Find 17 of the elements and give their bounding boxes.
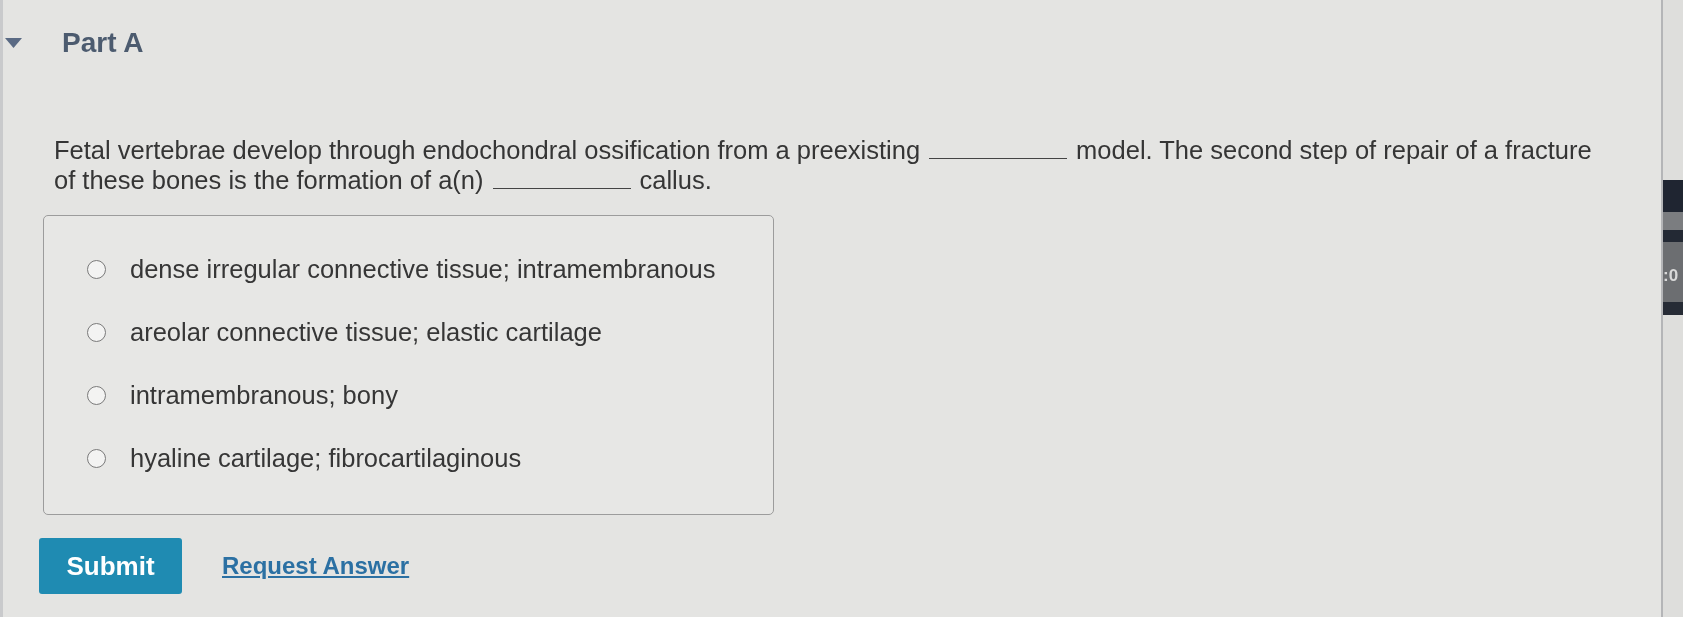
choice-label[interactable]: intramembranous; bony [130,380,398,410]
radio-button[interactable] [87,259,106,279]
choice-label[interactable]: hyaline cartilage; fibrocartilaginous [130,443,522,473]
radio-button[interactable] [87,448,106,468]
question-text: model. The second step of repair of a fracture [1076,135,1592,165]
submit-button[interactable]: Submit [39,538,182,594]
choice-label[interactable]: dense irregular connective tissue; intramembranous [130,254,716,284]
part-title: Part A [62,28,144,58]
radio-button[interactable] [87,385,106,405]
choice-label[interactable]: areolar connective tissue; elastic cartilage [130,317,602,347]
request-answer-link[interactable]: Request Answer [222,552,410,580]
question-text: callus. [639,165,712,195]
question-text: Fetal vertebrae develop through endochondral ossification from a preexisting [54,135,921,165]
caret-icon[interactable] [5,38,22,48]
panel-text: :0 [1663,265,1679,287]
question-text: of these bones is the formation of a(n) [54,165,484,195]
radio-button[interactable] [87,322,106,342]
